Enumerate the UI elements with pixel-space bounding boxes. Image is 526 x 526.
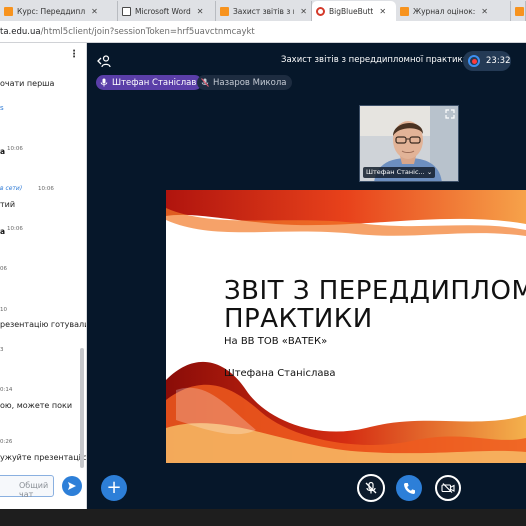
chat-message-text: резентацію готували? bbox=[0, 320, 87, 329]
actions-add-button[interactable]: + bbox=[101, 475, 127, 501]
url-host: ta.edu.ua bbox=[0, 26, 41, 37]
slide-title-line: ЗВІТ З ПЕРЕДДИПЛОМНОЇ bbox=[224, 276, 526, 306]
talker-name: Назаров Микола bbox=[213, 77, 287, 88]
microphone-muted-icon bbox=[201, 78, 209, 87]
bigbluebutton-icon bbox=[316, 6, 325, 16]
meeting-title: Захист звітів з переддипломної практики.… bbox=[281, 55, 477, 65]
close-tab-icon[interactable]: ✕ bbox=[300, 7, 307, 16]
document-icon bbox=[122, 6, 131, 16]
browser-tab[interactable]: Захист звітів з пе ✕ bbox=[216, 1, 312, 21]
webcam-user-name: Штефан Станіс... bbox=[366, 168, 425, 176]
meeting-main-area: Захист звітів з переддипломної практики.… bbox=[87, 43, 526, 509]
presentation-slide[interactable]: ЗВІТ З ПЕРЕДДИПЛОМНОЇ ПРАКТИКИ На ВВ ТОВ… bbox=[166, 190, 526, 463]
browser-tab-label: Microsoft Word bbox=[135, 6, 191, 16]
talking-indicator-muted[interactable]: Назаров Микола bbox=[197, 75, 293, 90]
chat-message-time: 06 bbox=[0, 266, 7, 272]
browser-tab[interactable] bbox=[511, 1, 526, 21]
slide-author: Штефана Станіслава bbox=[224, 368, 336, 379]
moodle-icon bbox=[400, 6, 409, 16]
record-icon bbox=[468, 55, 480, 67]
chat-message-time: 3 bbox=[0, 347, 4, 353]
chevron-down-icon: ⌄ bbox=[426, 168, 433, 176]
browser-tab-label: Захист звітів з пе bbox=[233, 6, 294, 16]
recording-indicator[interactable]: 23:32 bbox=[463, 51, 511, 71]
chat-message-text: ою, можете поки bbox=[0, 401, 73, 410]
slide-title-line: ПРАКТИКИ bbox=[224, 304, 373, 334]
moodle-icon bbox=[4, 6, 13, 16]
share-webcam-button[interactable] bbox=[435, 475, 461, 501]
moodle-icon bbox=[515, 6, 524, 16]
chat-message-text: тий bbox=[0, 200, 16, 209]
talker-name: Штефан Станіслав bbox=[112, 77, 197, 88]
chat-message-input[interactable]: Общий чат bbox=[0, 475, 54, 499]
slide-title: ЗВІТ З ПЕРЕДДИПЛОМНОЇ ПРАКТИКИ bbox=[224, 277, 526, 333]
browser-tab[interactable]: Microsoft Word ✕ bbox=[118, 1, 216, 21]
chat-message-time: 0:14 bbox=[0, 387, 13, 393]
chat-panel: ⋮ очати перша s a 10:06 в сети) 10:06 ти… bbox=[0, 43, 87, 509]
chat-message-time: 10 bbox=[0, 307, 7, 313]
browser-tab-label: BigBlueButt bbox=[329, 6, 374, 16]
browser-tab[interactable]: Журнал оцінок: ✕ bbox=[396, 1, 511, 21]
video-camera-icon bbox=[441, 483, 455, 493]
chat-status-text: в сети) bbox=[0, 185, 23, 192]
close-tab-icon[interactable]: ✕ bbox=[91, 7, 98, 16]
user-list-toggle-icon[interactable] bbox=[96, 54, 112, 68]
close-tab-icon[interactable]: ✕ bbox=[197, 7, 204, 16]
send-icon bbox=[68, 482, 76, 490]
close-tab-icon[interactable]: ✕ bbox=[379, 7, 386, 16]
microphone-muted-icon bbox=[365, 481, 377, 494]
chat-message-time: 10:06 bbox=[38, 186, 54, 192]
talking-indicator-active[interactable]: Штефан Станіслав bbox=[96, 75, 203, 90]
close-tab-icon[interactable]: ✕ bbox=[481, 7, 488, 16]
expand-icon[interactable] bbox=[445, 109, 455, 119]
mute-button[interactable] bbox=[357, 474, 385, 502]
url-path: /html5client/join?sessionToken=hrf5uavct… bbox=[40, 26, 255, 37]
phone-icon bbox=[403, 482, 415, 494]
webcam-video[interactable]: Штефан Станіс... ⌄ bbox=[359, 105, 459, 182]
chat-sender-name: a bbox=[0, 147, 6, 156]
browser-tab-label: Журнал оцінок: bbox=[413, 6, 476, 16]
leave-audio-button[interactable] bbox=[396, 475, 422, 501]
url-text[interactable]: ta.edu.ua/html5client/join?sessionToken=… bbox=[0, 27, 255, 37]
send-message-button[interactable] bbox=[62, 476, 82, 496]
chat-message-text: ужуйте презентацію bbox=[0, 453, 87, 462]
browser-tab[interactable]: BigBlueButt ✕ bbox=[312, 1, 396, 21]
chat-options-icon[interactable]: ⋮ bbox=[69, 49, 79, 60]
browser-tab-label: Курс: Переддипл bbox=[17, 6, 86, 16]
chat-sender-name: a bbox=[0, 227, 6, 236]
webcam-name-label[interactable]: Штефан Станіс... ⌄ bbox=[363, 167, 436, 178]
os-taskbar bbox=[0, 509, 526, 526]
chat-message-text: очати перша bbox=[0, 79, 55, 88]
chat-message-time: 0:26 bbox=[0, 439, 13, 445]
chat-message-meta: s bbox=[0, 104, 4, 112]
slide-subtitle: На ВВ ТОВ «ВАТЕК» bbox=[224, 336, 328, 347]
chat-scrollbar[interactable] bbox=[80, 348, 84, 468]
plus-icon: + bbox=[106, 477, 122, 498]
chat-composer: Общий чат bbox=[0, 471, 86, 509]
chat-message-time: 10:06 bbox=[7, 226, 23, 232]
chat-message-time: 10:06 bbox=[7, 146, 23, 152]
recording-timer: 23:32 bbox=[486, 56, 511, 66]
moodle-icon bbox=[220, 6, 229, 16]
microphone-icon bbox=[100, 78, 108, 87]
browser-tab-bar: Курс: Переддипл ✕ Microsoft Word ✕ Захист зв… bbox=[0, 0, 526, 21]
address-bar[interactable]: ta.edu.ua/html5client/join?sessionToken=… bbox=[0, 21, 526, 43]
browser-tab[interactable]: Курс: Переддипл ✕ bbox=[0, 1, 118, 21]
